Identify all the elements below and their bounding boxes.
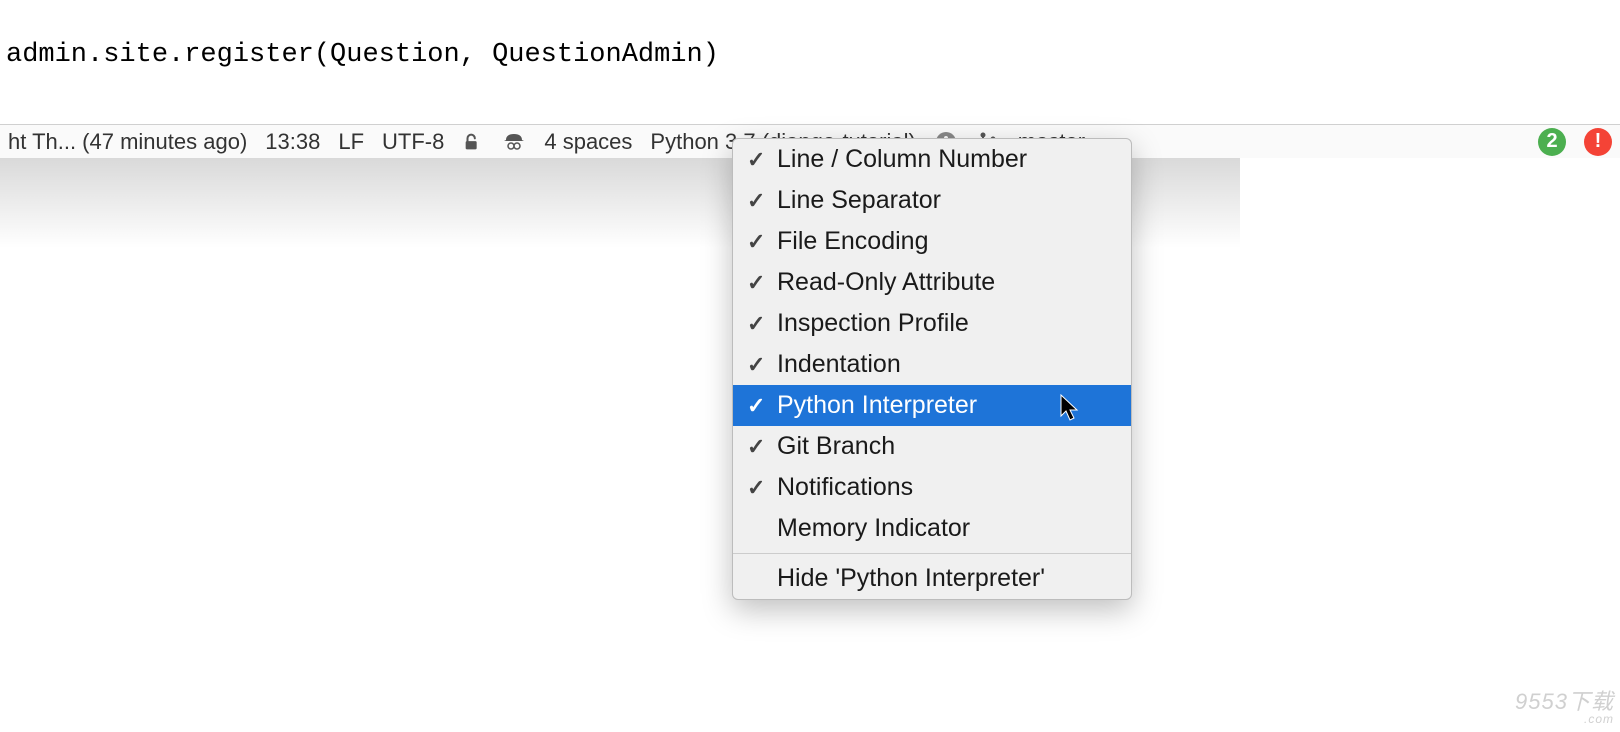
menu-item-label: Line / Column Number — [777, 145, 1027, 174]
menu-item-memory-indicator[interactable]: Memory Indicator — [733, 508, 1131, 549]
status-time[interactable]: 13:38 — [265, 129, 320, 155]
status-badge-ok[interactable]: 2 — [1538, 128, 1566, 156]
code-line: admin.site.register(Question, QuestionAd… — [6, 40, 1620, 70]
check-icon: ✓ — [747, 352, 777, 378]
menu-item-indentation[interactable]: ✓ Indentation — [733, 344, 1131, 385]
watermark: 9553下载 .com — [1515, 684, 1614, 726]
check-icon: ✓ — [747, 147, 777, 173]
status-indent[interactable]: 4 spaces — [544, 129, 632, 155]
menu-item-line-separator[interactable]: ✓ Line Separator — [733, 180, 1131, 221]
status-line-separator[interactable]: LF — [338, 129, 364, 155]
menu-item-label: Read-Only Attribute — [777, 268, 995, 297]
status-badge-error[interactable]: ! — [1584, 128, 1612, 156]
menu-item-hide-python-interpreter[interactable]: Hide 'Python Interpreter' — [733, 558, 1131, 599]
check-icon: ✓ — [747, 393, 777, 419]
check-icon: ✓ — [747, 434, 777, 460]
status-bar-context-menu: ✓ Line / Column Number ✓ Line Separator … — [732, 138, 1132, 600]
menu-item-notifications[interactable]: ✓ Notifications — [733, 467, 1131, 508]
menu-item-label: Git Branch — [777, 432, 895, 461]
menu-item-label: Line Separator — [777, 186, 941, 215]
check-icon: ✓ — [747, 311, 777, 337]
status-commit-info[interactable]: ht Th... (47 minutes ago) — [8, 129, 247, 155]
menu-item-label: File Encoding — [777, 227, 928, 256]
check-icon: ✓ — [747, 229, 777, 255]
menu-item-label: Notifications — [777, 473, 913, 502]
editor-area[interactable]: admin.site.register(Question, QuestionAd… — [0, 0, 1620, 124]
menu-item-read-only-attribute[interactable]: ✓ Read-Only Attribute — [733, 262, 1131, 303]
menu-item-label: Indentation — [777, 350, 901, 379]
menu-item-label: Python Interpreter — [777, 391, 977, 420]
unlock-icon[interactable] — [462, 131, 484, 153]
check-icon: ✓ — [747, 270, 777, 296]
menu-item-python-interpreter[interactable]: ✓ Python Interpreter — [733, 385, 1131, 426]
menu-item-file-encoding[interactable]: ✓ File Encoding — [733, 221, 1131, 262]
check-icon: ✓ — [747, 475, 777, 501]
menu-item-inspection-profile[interactable]: ✓ Inspection Profile — [733, 303, 1131, 344]
menu-item-label: Memory Indicator — [777, 514, 970, 543]
status-encoding[interactable]: UTF-8 — [382, 129, 444, 155]
menu-item-git-branch[interactable]: ✓ Git Branch — [733, 426, 1131, 467]
menu-item-label: Hide 'Python Interpreter' — [777, 564, 1045, 593]
menu-item-label: Inspection Profile — [777, 309, 969, 338]
check-icon: ✓ — [747, 188, 777, 214]
detective-icon[interactable] — [502, 130, 526, 154]
menu-separator — [733, 553, 1131, 554]
menu-item-line-column-number[interactable]: ✓ Line / Column Number — [733, 139, 1131, 180]
